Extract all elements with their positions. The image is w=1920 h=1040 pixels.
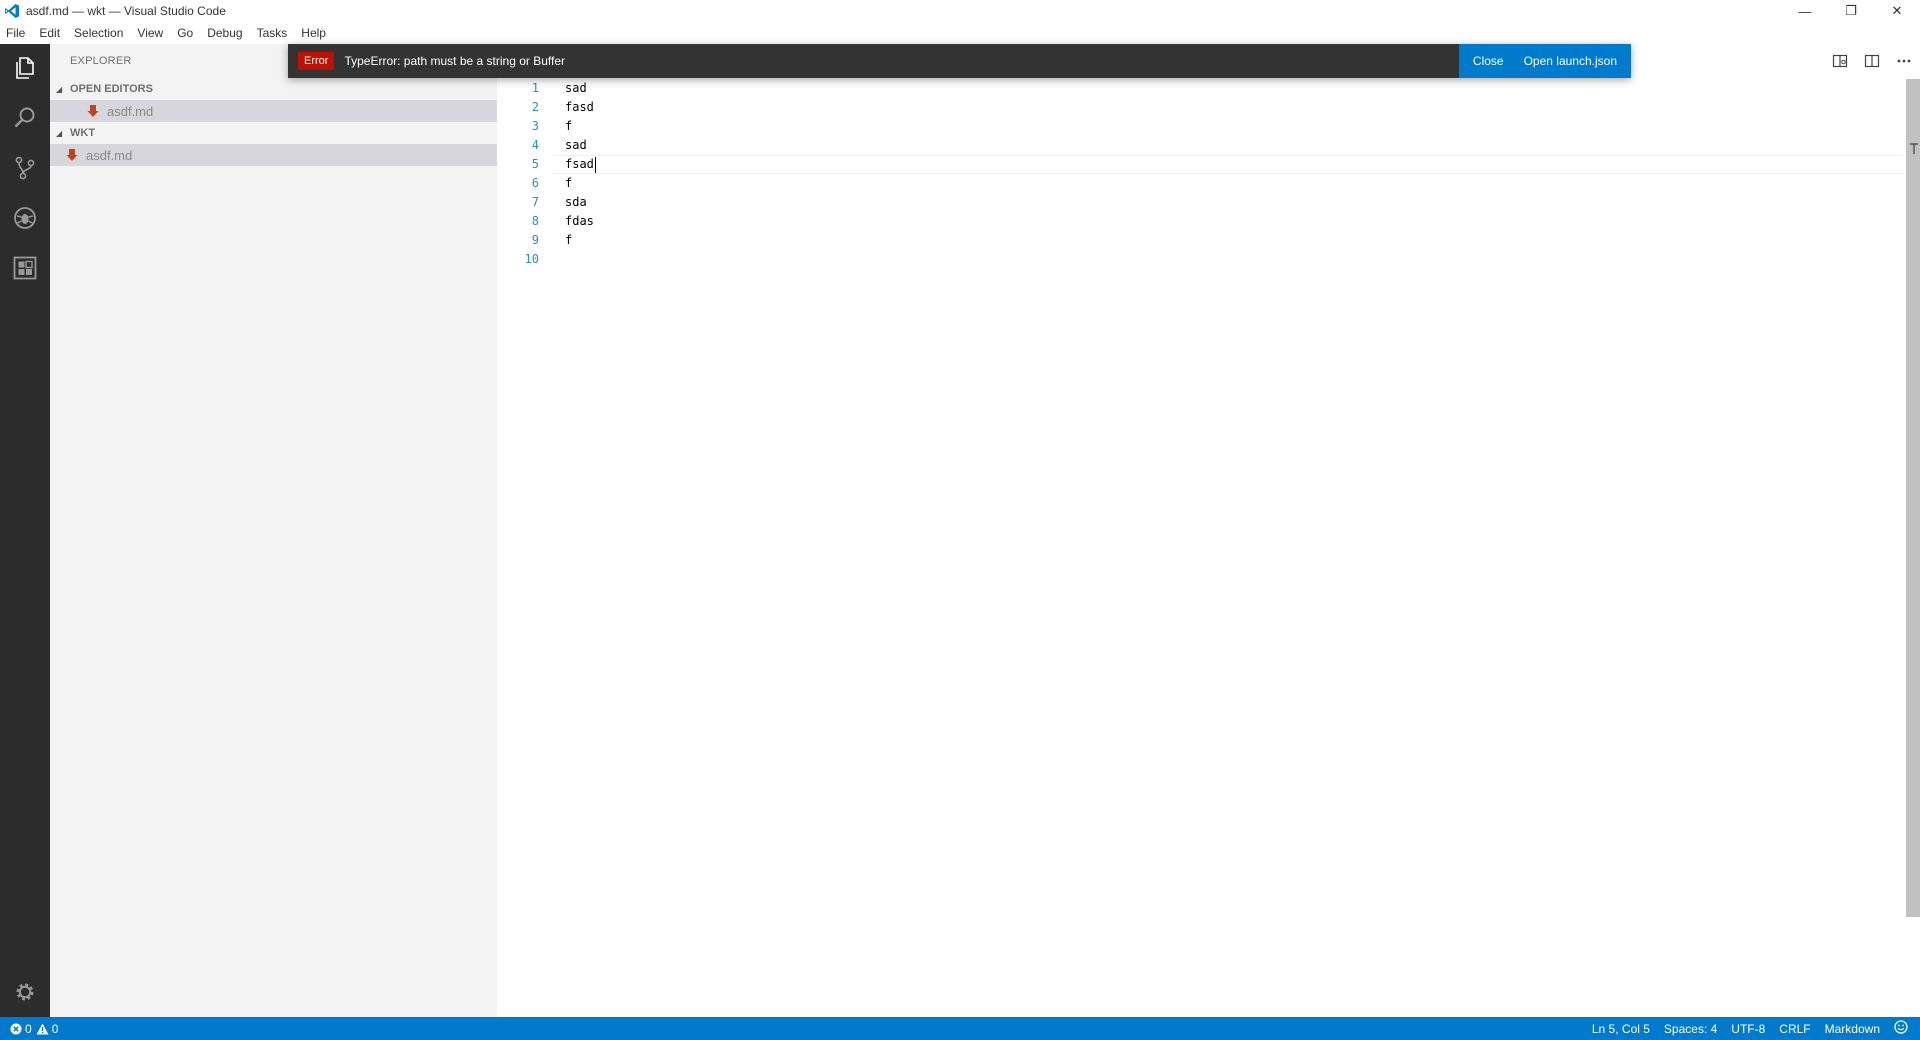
cursor-position-status[interactable]: Ln 5, Col 5 xyxy=(1585,1022,1657,1036)
wkt-folder-header[interactable]: ◢ WKT xyxy=(50,122,497,144)
menu-view[interactable]: View xyxy=(130,26,170,40)
minimize-icon: — xyxy=(1798,3,1812,19)
window-title: asdf.md — wkt — Visual Studio Code xyxy=(26,4,226,18)
line-number: 1 xyxy=(531,81,539,95)
close-window-button[interactable]: ✕ xyxy=(1874,0,1920,22)
line-number: 2 xyxy=(531,100,539,114)
text-cursor xyxy=(594,156,596,173)
error-count: 0 xyxy=(25,1021,32,1036)
restore-button[interactable]: ❐ xyxy=(1828,0,1874,22)
code-line[interactable]: f xyxy=(565,231,596,250)
settings-gear-icon[interactable] xyxy=(0,968,50,1016)
problems-indicator[interactable]: 0 0 xyxy=(10,1022,62,1036)
code-line-current[interactable]: fsad xyxy=(565,155,596,174)
line-number: 4 xyxy=(531,138,539,152)
error-badge: Error xyxy=(298,52,335,70)
vertical-scrollbar[interactable] xyxy=(1906,79,1920,917)
line-number: 6 xyxy=(531,176,539,190)
code-line-text: fsad xyxy=(565,157,594,171)
line-number: 5 xyxy=(531,157,539,171)
menu-debug[interactable]: Debug xyxy=(200,26,249,40)
code-line[interactable]: f xyxy=(565,117,596,136)
wkt-folder-label: WKT xyxy=(70,127,96,139)
errors-status: 0 xyxy=(10,1022,32,1036)
line-number-gutter: 1 2 3 4 5 6 7 8 9 10 xyxy=(497,79,547,269)
code-line[interactable] xyxy=(565,250,596,269)
open-editors-header[interactable]: ◢ OPEN EDITORS xyxy=(50,78,497,100)
overview-ruler-cursor-icon xyxy=(1910,143,1918,154)
code-line[interactable]: fdas xyxy=(565,212,596,231)
line-number: 9 xyxy=(531,233,539,247)
menu-file[interactable]: File xyxy=(0,26,32,40)
sidebar-title: EXPLORER xyxy=(70,55,132,67)
minimize-button[interactable]: — xyxy=(1782,0,1828,22)
markdown-file-icon xyxy=(87,105,99,117)
caret-down-icon: ◢ xyxy=(56,84,63,94)
activity-bar xyxy=(0,44,50,1017)
explorer-icon[interactable] xyxy=(0,44,50,92)
code-line[interactable]: f xyxy=(565,174,596,193)
debug-icon[interactable] xyxy=(0,194,50,242)
error-notification: Error TypeError: path must be a string o… xyxy=(288,44,1631,78)
close-icon: ✕ xyxy=(1891,3,1903,18)
error-circle-icon xyxy=(10,1023,22,1034)
warning-count: 0 xyxy=(51,1021,59,1036)
extensions-icon[interactable] xyxy=(0,244,50,292)
notification-message: TypeError: path must be a string or Buff… xyxy=(344,54,565,68)
code-line[interactable]: sda xyxy=(565,193,596,212)
editor-toolbar xyxy=(1824,44,1920,78)
close-notification-button[interactable]: Close xyxy=(1463,54,1514,68)
menu-selection[interactable]: Selection xyxy=(67,26,130,40)
caret-down-icon: ◢ xyxy=(56,128,63,138)
title-bar: asdf.md — wkt — Visual Studio Code — ❐ ✕ xyxy=(0,0,1920,22)
folder-filename: asdf.md xyxy=(86,147,133,163)
folder-file-item[interactable]: asdf.md xyxy=(50,144,497,166)
smiley-icon[interactable] xyxy=(1887,1020,1920,1037)
source-control-icon[interactable] xyxy=(0,144,50,192)
code-line[interactable]: fasd xyxy=(565,98,596,117)
open-editors-label: OPEN EDITORS xyxy=(70,83,153,95)
split-editor-icon[interactable] xyxy=(1856,44,1888,78)
language-mode-status[interactable]: Markdown xyxy=(1818,1022,1887,1036)
search-icon[interactable] xyxy=(0,94,50,142)
line-number: 10 xyxy=(524,252,539,266)
code-line[interactable]: sad xyxy=(565,136,596,155)
markdown-file-icon xyxy=(66,149,78,161)
menu-bar: File Edit Selection View Go Debug Tasks … xyxy=(0,22,1920,44)
restore-icon: ❐ xyxy=(1845,3,1857,18)
notification-actions: Close Open launch.json xyxy=(1458,44,1631,78)
menu-edit[interactable]: Edit xyxy=(32,26,67,40)
open-preview-icon[interactable] xyxy=(1824,44,1856,78)
encoding-status[interactable]: UTF-8 xyxy=(1724,1022,1772,1036)
current-line-highlight xyxy=(553,155,1903,174)
open-editor-filename: asdf.md xyxy=(107,103,154,119)
open-launch-json-button[interactable]: Open launch.json xyxy=(1514,54,1627,68)
status-bar: 0 0 Ln 5, Col 5 Spaces: 4 UTF-8 CRLF Mar… xyxy=(0,1017,1920,1040)
status-right-group: Ln 5, Col 5 Spaces: 4 UTF-8 CRLF Markdow… xyxy=(1585,1017,1920,1040)
line-number: 8 xyxy=(531,214,539,228)
warnings-status: 0 xyxy=(36,1021,59,1036)
warning-triangle-icon xyxy=(36,1023,49,1034)
eol-status[interactable]: CRLF xyxy=(1772,1022,1817,1036)
vscode-logo-icon xyxy=(5,4,19,18)
editor-area[interactable]: 1 2 3 4 5 6 7 8 9 10 sad fasd f sad fsad… xyxy=(497,44,1920,1017)
line-number: 3 xyxy=(531,119,539,133)
menu-go[interactable]: Go xyxy=(170,26,200,40)
indentation-status[interactable]: Spaces: 4 xyxy=(1657,1022,1724,1036)
more-actions-icon[interactable] xyxy=(1888,44,1920,78)
explorer-sidebar: EXPLORER ◢ OPEN EDITORS asdf.md ◢ WKT as… xyxy=(50,44,497,1017)
code-line[interactable]: sad xyxy=(565,79,596,98)
line-number: 7 xyxy=(531,195,539,209)
menu-tasks[interactable]: Tasks xyxy=(250,26,295,40)
menu-help[interactable]: Help xyxy=(294,26,333,40)
open-editor-item[interactable]: asdf.md xyxy=(50,100,497,122)
code-content[interactable]: sad fasd f sad fsad f sda fdas f xyxy=(565,79,596,269)
